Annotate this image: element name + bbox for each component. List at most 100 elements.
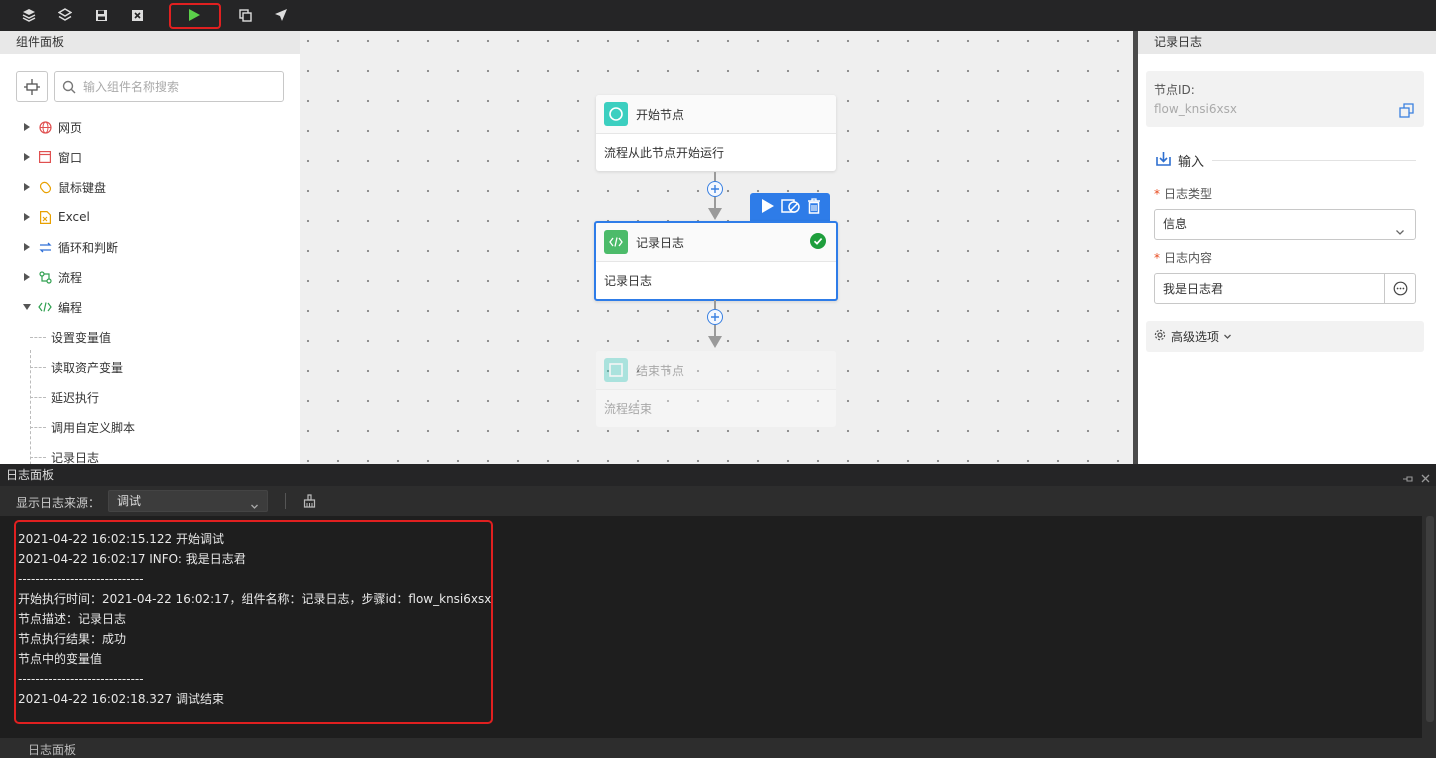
globe-icon [38, 120, 52, 134]
window-icon [38, 150, 52, 164]
component-search-input[interactable] [83, 77, 279, 97]
log-content-input[interactable] [1163, 279, 1378, 298]
run-node-icon[interactable] [759, 198, 775, 217]
component-search-box[interactable] [54, 71, 284, 102]
tree-category-web[interactable]: 网页 [22, 117, 82, 137]
section-divider [1212, 160, 1416, 161]
advanced-options-toggle[interactable]: 高级选项 [1146, 321, 1424, 352]
close-box-icon[interactable] [126, 5, 148, 25]
tree-category-label: 窗口 [58, 150, 83, 165]
save-icon[interactable] [90, 5, 112, 25]
log-scrollbar[interactable] [1426, 516, 1434, 722]
log-output[interactable]: 2021-04-22 16:02:15.122 开始调试 2021-04-22 … [0, 516, 1422, 738]
component-panel: 组件面板 网页 窗口 鼠标键盘 Excel [0, 31, 300, 464]
tree-category-label: 流程 [58, 270, 83, 285]
layers-icon[interactable] [18, 5, 40, 25]
properties-panel: 记录日志 节点ID: flow_knsi6xsx 输入 * 日志类型 信息 * 日志… [1138, 31, 1436, 464]
input-section-title: 输入 [1156, 151, 1204, 170]
plus-icon [711, 185, 719, 193]
log-panel-title: 日志面板 [6, 468, 55, 482]
collapse-toggle-button[interactable] [16, 71, 48, 102]
tree-category-programming[interactable]: 编程 [22, 297, 82, 317]
success-check-icon [810, 233, 826, 252]
chevron-down-icon [1223, 330, 1232, 344]
tree-category-loop[interactable]: 循环和判断 [22, 237, 118, 257]
mouse-icon [38, 180, 52, 194]
delete-node-icon[interactable] [807, 197, 821, 217]
excel-icon [38, 210, 52, 224]
copy-icon[interactable] [1399, 103, 1414, 121]
log-content-label: * 日志内容 [1154, 251, 1213, 265]
end-square-icon [604, 358, 628, 382]
end-node[interactable]: 结束节点 流程结束 [596, 351, 836, 427]
start-node-desc: 流程从此节点开始运行 [604, 146, 725, 160]
log-type-label: * 日志类型 [1154, 187, 1213, 201]
log-highlight-box [14, 520, 493, 724]
more-options-button[interactable] [1384, 274, 1415, 303]
tree-category-label: 鼠标键盘 [58, 180, 107, 195]
broom-icon [303, 494, 315, 508]
tree-item-log[interactable]: 记录日志 [30, 447, 99, 464]
tree-item-label: 延迟执行 [51, 390, 100, 405]
caret-right-icon [22, 182, 32, 192]
code-icon [38, 300, 52, 314]
caret-right-icon [22, 212, 32, 222]
tree-item-delay[interactable]: 延迟执行 [30, 387, 99, 407]
send-icon[interactable] [270, 5, 292, 25]
tree-category-excel[interactable]: Excel [22, 207, 90, 227]
tree-category-label: 网页 [58, 120, 83, 135]
tree-category-label: 循环和判断 [58, 240, 119, 255]
tree-category-mouse-keyboard[interactable]: 鼠标键盘 [22, 177, 106, 197]
add-node-button[interactable] [707, 309, 723, 325]
layers-alt-icon[interactable] [54, 5, 76, 25]
tree-category-flow[interactable]: 流程 [22, 267, 82, 287]
log-type-select[interactable]: 信息 [1154, 209, 1416, 240]
properties-panel-title: 记录日志 [1138, 31, 1436, 54]
add-node-button[interactable] [707, 181, 723, 197]
tree-item-label: 记录日志 [51, 450, 100, 465]
log-node-desc: 记录日志 [604, 274, 653, 288]
clear-log-button[interactable] [300, 492, 318, 510]
disable-node-icon[interactable] [781, 198, 801, 217]
caret-right-icon [22, 272, 32, 282]
tree-category-window[interactable]: 窗口 [22, 147, 82, 167]
log-node[interactable]: 记录日志 记录日志 [594, 221, 838, 301]
caret-right-icon [22, 242, 32, 252]
import-icon [1156, 151, 1171, 170]
tree-item-custom-script[interactable]: 调用自定义脚本 [30, 417, 135, 437]
log-source-select[interactable]: 调试 [108, 490, 268, 512]
gear-icon [1154, 329, 1166, 344]
main-toolbar [0, 0, 1436, 31]
copy-window-icon[interactable] [234, 5, 256, 25]
chevron-down-icon [250, 497, 259, 517]
end-node-desc: 流程结束 [604, 402, 653, 416]
start-node-title: 开始节点 [636, 107, 685, 122]
node-id-card: 节点ID: flow_knsi6xsx [1146, 71, 1424, 127]
caret-right-icon [22, 122, 32, 132]
flow-icon [38, 270, 52, 284]
start-node[interactable]: 开始节点 流程从此节点开始运行 [596, 95, 836, 171]
tree-item-label: 设置变量值 [51, 330, 112, 345]
tree-category-label: Excel [58, 210, 90, 224]
code-node-icon [604, 230, 628, 254]
node-id-value: flow_knsi6xsx [1154, 102, 1237, 116]
tree-item-read-asset-variable[interactable]: 读取资产变量 [30, 357, 123, 377]
tree-item-label: 读取资产变量 [51, 360, 124, 375]
flow-canvas[interactable]: 开始节点 流程从此节点开始运行 记录日志 记录日志 结束节点 流程结束 [300, 31, 1133, 464]
log-source-label: 显示日志来源： [16, 496, 101, 510]
log-panel-tab[interactable]: 日志面板 [28, 741, 76, 758]
log-type-value: 信息 [1163, 217, 1188, 231]
tree-item-label: 调用自定义脚本 [51, 420, 136, 435]
end-node-title: 结束节点 [636, 363, 685, 378]
caret-down-icon [22, 302, 32, 312]
arrow-down-icon [708, 208, 722, 220]
bottom-tab-bar: 日志面板 [0, 738, 1436, 758]
tree-category-label: 编程 [58, 300, 83, 315]
input-section-label: 输入 [1178, 155, 1205, 170]
caret-right-icon [22, 152, 32, 162]
tree-item-set-variable[interactable]: 设置变量值 [30, 327, 111, 347]
control-separator [285, 493, 286, 509]
log-panel-titlebar: 日志面板 [0, 464, 1436, 486]
ellipsis-icon [1393, 281, 1407, 296]
log-content-field[interactable] [1154, 273, 1416, 304]
